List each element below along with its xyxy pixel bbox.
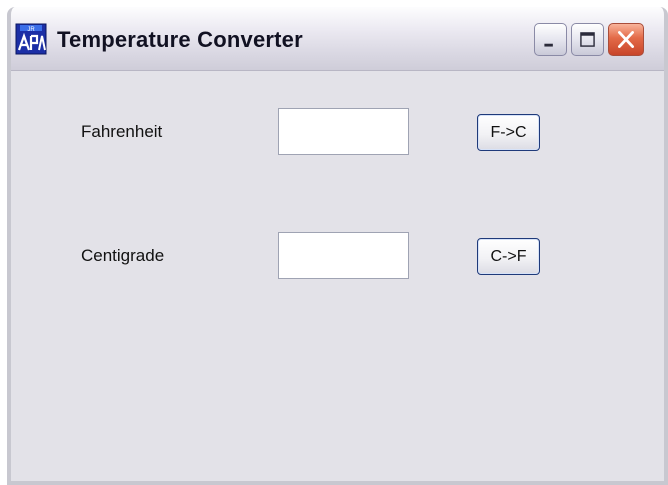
centigrade-input[interactable] <box>278 232 409 279</box>
f-to-c-button[interactable]: F->C <box>477 114 540 151</box>
maximize-button[interactable] <box>571 23 604 56</box>
minimize-button[interactable] <box>534 23 567 56</box>
app-window: JR Temperature Converter Fahrenheit F->C… <box>7 7 668 485</box>
title-bar[interactable]: JR Temperature Converter <box>11 7 664 71</box>
close-icon <box>618 31 634 48</box>
svg-text:JR: JR <box>27 27 35 33</box>
close-button[interactable] <box>608 23 644 56</box>
fahrenheit-input[interactable] <box>278 108 409 155</box>
c-to-f-button[interactable]: C->F <box>477 238 540 275</box>
fahrenheit-label: Fahrenheit <box>81 122 163 141</box>
minimize-icon <box>544 43 553 47</box>
java-app-icon[interactable]: JR <box>15 23 47 55</box>
maximize-icon <box>580 32 595 47</box>
window-title: Temperature Converter <box>57 27 303 52</box>
centigrade-label: Centigrade <box>81 246 165 265</box>
